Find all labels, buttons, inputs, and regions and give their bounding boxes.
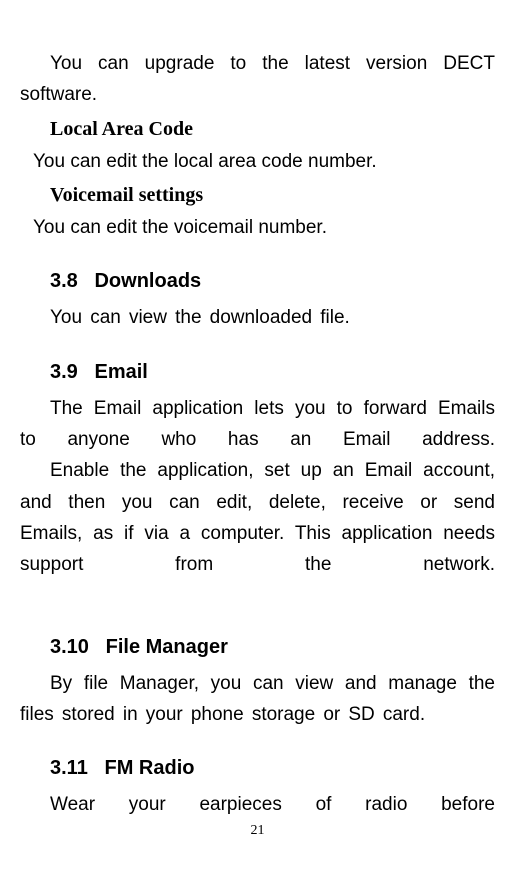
section-email-p2: Enable the application, set up an Email … [20, 455, 495, 580]
section-number: 3.11 [50, 757, 88, 779]
section-filemanager-body: By file Manager, you can view and manage… [20, 668, 495, 731]
section-title: Downloads [94, 270, 201, 292]
section-title: FM Radio [105, 757, 195, 779]
voicemail-body: You can edit the voicemail number. [20, 212, 495, 243]
section-number: 3.10 [50, 636, 89, 658]
section-title: Email [94, 361, 147, 383]
section-email-p1: The Email application lets you to forwar… [20, 393, 495, 456]
section-email-heading: 3.9 Email [20, 356, 495, 389]
page-content: You can upgrade to the latest version DE… [20, 48, 495, 821]
spacer [20, 581, 495, 609]
section-number: 3.8 [50, 270, 78, 292]
section-fmradio-body: Wear your earpieces of radio before [20, 789, 495, 820]
local-area-code-body: You can edit the local area code number. [20, 146, 495, 177]
local-area-code-heading: Local Area Code [20, 113, 495, 146]
voicemail-heading: Voicemail settings [20, 179, 495, 212]
section-number: 3.9 [50, 361, 78, 383]
section-filemanager-heading: 3.10 File Manager [20, 631, 495, 664]
section-fmradio-heading: 3.11 FM Radio [20, 752, 495, 785]
section-title: File Manager [106, 636, 228, 658]
page-number: 21 [0, 823, 515, 839]
section-downloads-heading: 3.8 Downloads [20, 265, 495, 298]
intro-paragraph: You can upgrade to the latest version DE… [20, 48, 495, 111]
section-downloads-body: You can view the downloaded file. [20, 302, 495, 333]
